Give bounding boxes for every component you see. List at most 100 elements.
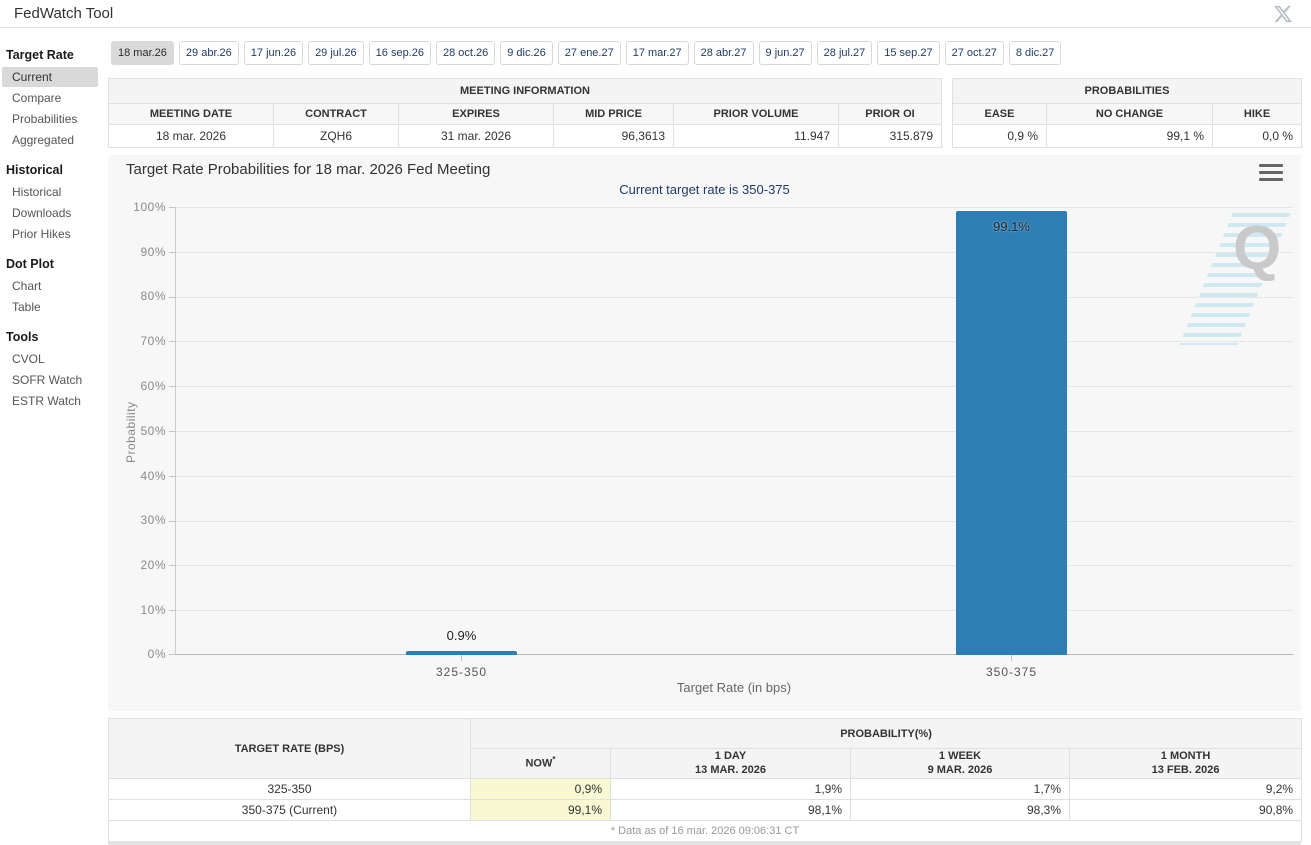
probability-group-header: PROBABILITY(%) xyxy=(469,718,1303,749)
probability-chart: Target Rate Probabilities for 18 mar. 20… xyxy=(108,155,1301,711)
col-contract: CONTRACT xyxy=(273,103,399,125)
sidebar-section-tools: Tools xyxy=(6,330,39,344)
day-cell: 1,9% xyxy=(610,778,851,800)
sidebar-item-aggregated[interactable]: Aggregated xyxy=(2,130,98,150)
y-tick-40: 40% xyxy=(140,469,166,483)
one-week-header: 1 WEEK 9 MAR. 2026 xyxy=(850,748,1070,779)
sidebar-item-estr-watch[interactable]: ESTR Watch xyxy=(2,391,98,411)
contract-value: ZQH6 xyxy=(273,124,399,148)
y-tick-30: 30% xyxy=(140,513,166,527)
meeting-tab-11[interactable]: 28 jul.27 xyxy=(816,41,873,65)
sidebar-item-historical[interactable]: Historical xyxy=(2,182,98,202)
meeting-tab-7[interactable]: 27 ene.27 xyxy=(557,41,621,65)
month-cell: 90,8% xyxy=(1068,799,1303,821)
prior-volume-value: 11.947 xyxy=(673,124,839,148)
col-prior-oi: PRIOR OI xyxy=(838,103,942,125)
sidebar-item-table[interactable]: Table xyxy=(2,297,98,317)
y-tick-70: 70% xyxy=(140,334,166,348)
col-meeting-date: MEETING DATE xyxy=(108,103,274,125)
hamburger-icon[interactable] xyxy=(1259,164,1283,181)
col-mid-price: MID PRICE xyxy=(553,103,674,125)
probabilities-title: PROBABILITIES xyxy=(951,78,1303,104)
table-bottom-edge xyxy=(108,841,1301,845)
no-change-value: 99,1 % xyxy=(1046,124,1213,148)
week-cell: 1,7% xyxy=(850,778,1070,800)
table-row-325-350: 325-350 0,9% 1,9% 1,7% 9,2% xyxy=(108,778,1303,800)
rate-cell: 325-350 xyxy=(108,778,471,800)
top-bar: FedWatch Tool xyxy=(0,0,1311,28)
meeting-tab-6[interactable]: 9 dic.26 xyxy=(500,41,553,65)
chart-title: Target Rate Probabilities for 18 mar. 20… xyxy=(126,161,491,178)
col-prior-volume: PRIOR VOLUME xyxy=(673,103,839,125)
chart-subtitle: Current target rate is 350-375 xyxy=(619,182,790,197)
meeting-tab-12[interactable]: 15 sep.27 xyxy=(877,41,940,65)
rate-cell: 350-375 (Current) xyxy=(108,799,471,821)
now-header: NOW* xyxy=(470,748,611,779)
meeting-tab-0[interactable]: 18 mar.26 xyxy=(111,41,174,65)
meeting-tab-2[interactable]: 17 jun.26 xyxy=(243,41,304,65)
now-cell: 99,1% xyxy=(470,799,611,821)
col-ease: EASE xyxy=(952,103,1047,125)
x-category-325-350: 325-350 xyxy=(435,665,488,679)
x-axis-title: Target Rate (in bps) xyxy=(676,680,792,695)
col-expires: EXPIRES xyxy=(398,103,554,125)
meeting-tab-9[interactable]: 28 abr.27 xyxy=(693,41,754,65)
table-row-350-375-current: 350-375 (Current) 99,1% 98,1% 98,3% 90,8… xyxy=(108,799,1303,821)
plot-area: 0.9% 99.1% 325-350 350-375 xyxy=(169,207,1293,679)
one-month-header: 1 MONTH 13 FEB. 2026 xyxy=(1068,748,1303,779)
prior-oi-value: 315.879 xyxy=(838,124,942,148)
week-cell: 98,3% xyxy=(850,799,1070,821)
col-hike: HIKE xyxy=(1211,103,1303,125)
y-tick-100: 100% xyxy=(133,200,166,214)
sidebar-item-cvol[interactable]: CVOL xyxy=(2,349,98,369)
x-social-icon[interactable] xyxy=(1273,4,1293,24)
meeting-date-value: 18 mar. 2026 xyxy=(108,124,274,148)
ease-value: 0,9 % xyxy=(952,124,1047,148)
bar-value-label-350-375: 99.1% xyxy=(993,219,1030,235)
meeting-tab-1[interactable]: 29 abr.26 xyxy=(178,41,239,65)
meeting-tab-4[interactable]: 16 sep.26 xyxy=(368,41,431,65)
col-no-change: NO CHANGE xyxy=(1046,103,1213,125)
meeting-tab-5[interactable]: 28 oct.26 xyxy=(435,41,496,65)
meeting-date-tabs: 18 mar.26 29 abr.26 17 jun.26 29 jul.26 … xyxy=(111,41,1062,65)
meeting-tab-8[interactable]: 17 mar.27 xyxy=(625,41,689,65)
sidebar-item-sofr-watch[interactable]: SOFR Watch xyxy=(2,370,98,390)
meeting-tab-10[interactable]: 9 jun.27 xyxy=(758,41,812,65)
sidebar-section-target-rate: Target Rate xyxy=(6,48,74,62)
mid-price-value: 96,3613 xyxy=(553,124,674,148)
probability-history-table: TARGET RATE (BPS) PROBABILITY(%) NOW* 1 … xyxy=(107,718,1303,842)
probabilities-table: PROBABILITIES EASE NO CHANGE HIKE 0,9 % … xyxy=(951,78,1303,148)
sidebar-item-probabilities[interactable]: Probabilities xyxy=(2,109,98,129)
month-cell: 9,2% xyxy=(1068,778,1303,800)
day-cell: 98,1% xyxy=(610,799,851,821)
meeting-info-title: MEETING INFORMATION xyxy=(108,78,942,104)
one-day-header: 1 DAY 13 MAR. 2026 xyxy=(610,748,851,779)
target-rate-bps-header: TARGET RATE (BPS) xyxy=(108,718,471,779)
data-as-of-footnote: * Data as of 16 mar. 2026 09:06:31 CT xyxy=(107,820,1303,842)
bar-value-label-325-350: 0.9% xyxy=(446,627,477,643)
sidebar-item-compare[interactable]: Compare xyxy=(2,88,98,108)
meeting-information-table: MEETING INFORMATION MEETING DATE CONTRAC… xyxy=(108,78,942,148)
y-tick-10: 10% xyxy=(140,603,166,617)
y-tick-60: 60% xyxy=(140,379,166,393)
y-tick-50: 50% xyxy=(140,424,166,438)
now-cell: 0,9% xyxy=(470,778,611,800)
y-tick-20: 20% xyxy=(140,558,166,572)
sidebar-section-historical: Historical xyxy=(6,163,63,177)
sidebar-item-downloads[interactable]: Downloads xyxy=(2,203,98,223)
sidebar: Target Rate Current Compare Probabilitie… xyxy=(0,28,108,412)
hike-value: 0,0 % xyxy=(1211,124,1303,148)
meeting-tab-3[interactable]: 29 jul.26 xyxy=(308,41,364,65)
y-tick-90: 90% xyxy=(140,245,166,259)
sidebar-item-current[interactable]: Current xyxy=(2,67,98,87)
meeting-tab-14[interactable]: 8 dic.27 xyxy=(1008,41,1062,65)
sidebar-item-chart[interactable]: Chart xyxy=(2,276,98,296)
bar-350-375 xyxy=(956,211,1067,655)
expires-value: 31 mar. 2026 xyxy=(398,124,554,148)
sidebar-item-prior-hikes[interactable]: Prior Hikes xyxy=(2,224,98,244)
meeting-tab-13[interactable]: 27 oct.27 xyxy=(944,41,1004,65)
x-category-350-375: 350-375 xyxy=(985,665,1038,679)
sidebar-section-dot-plot: Dot Plot xyxy=(6,257,54,271)
fedwatch-page: FedWatch Tool Target Rate Current Compar… xyxy=(0,0,1311,845)
y-tick-0: 0% xyxy=(147,647,166,661)
